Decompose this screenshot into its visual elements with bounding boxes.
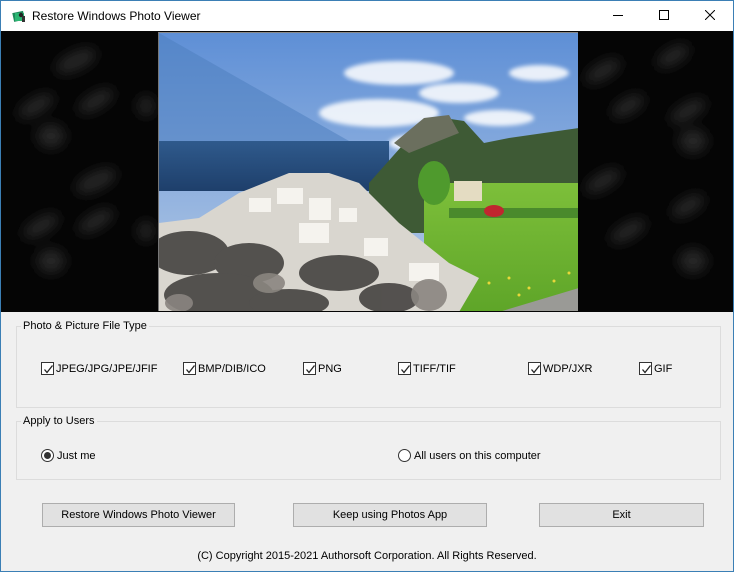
banner-pattern-left: [1, 31, 158, 312]
checkbox-box[interactable]: [303, 362, 316, 375]
radio-label: All users on this computer: [414, 449, 541, 462]
keep-photos-app-button[interactable]: Keep using Photos App: [293, 503, 487, 527]
checkmark-icon: [531, 365, 541, 374]
checkbox-jpeg[interactable]: JPEG/JPG/JPE/JFIF: [41, 361, 157, 376]
photo-viewer-icon: [12, 9, 26, 23]
checkbox-box[interactable]: [398, 362, 411, 375]
file-type-group-label: Photo & Picture File Type: [21, 320, 149, 332]
checkbox-png[interactable]: PNG: [303, 361, 342, 376]
restore-button[interactable]: Restore Windows Photo Viewer: [42, 503, 235, 527]
checkmark-icon: [44, 365, 54, 374]
radio-button-selected[interactable]: [41, 449, 54, 462]
banner: [1, 31, 733, 312]
window-title: Restore Windows Photo Viewer: [32, 9, 201, 23]
title-bar[interactable]: Restore Windows Photo Viewer: [1, 1, 733, 31]
checkbox-label: GIF: [654, 362, 673, 375]
exit-button[interactable]: Exit: [539, 503, 704, 527]
checkbox-label: WDP/JXR: [543, 362, 593, 375]
checkbox-gif[interactable]: GIF: [639, 361, 672, 376]
minimize-button[interactable]: [595, 1, 641, 31]
checkbox-label: PNG: [318, 362, 342, 375]
checkbox-box[interactable]: [183, 362, 196, 375]
checkmark-icon: [401, 365, 411, 374]
radio-all-users[interactable]: All users on this computer: [398, 448, 541, 463]
apply-users-group-label: Apply to Users: [21, 415, 97, 427]
radio-button[interactable]: [398, 449, 411, 462]
checkbox-wdp[interactable]: WDP/JXR: [528, 361, 593, 376]
checkbox-tiff[interactable]: TIFF/TIF: [398, 361, 456, 376]
app-window: Restore Windows Photo Viewer Photo & Pic…: [0, 0, 734, 572]
checkmark-icon: [186, 365, 196, 374]
close-button[interactable]: [687, 1, 733, 31]
banner-photo: [158, 32, 578, 311]
checkmark-icon: [306, 365, 316, 374]
copyright-text: (C) Copyright 2015-2021 Authorsoft Corpo…: [197, 550, 537, 562]
checkbox-box[interactable]: [41, 362, 54, 375]
maximize-button[interactable]: [641, 1, 687, 31]
banner-pattern-right: [578, 31, 733, 312]
apply-users-group: [16, 421, 721, 480]
radio-just-me[interactable]: Just me: [41, 448, 96, 463]
maximize-icon: [659, 9, 669, 23]
checkmark-icon: [642, 365, 652, 374]
checkbox-box[interactable]: [528, 362, 541, 375]
close-icon: [704, 9, 716, 23]
checkbox-box[interactable]: [639, 362, 652, 375]
checkbox-bmp[interactable]: BMP/DIB/ICO: [183, 361, 266, 376]
checkbox-label: BMP/DIB/ICO: [198, 362, 266, 375]
minimize-icon: [613, 10, 623, 23]
checkbox-label: TIFF/TIF: [413, 362, 456, 375]
radio-label: Just me: [57, 449, 96, 462]
checkbox-label: JPEG/JPG/JPE/JFIF: [56, 362, 158, 375]
